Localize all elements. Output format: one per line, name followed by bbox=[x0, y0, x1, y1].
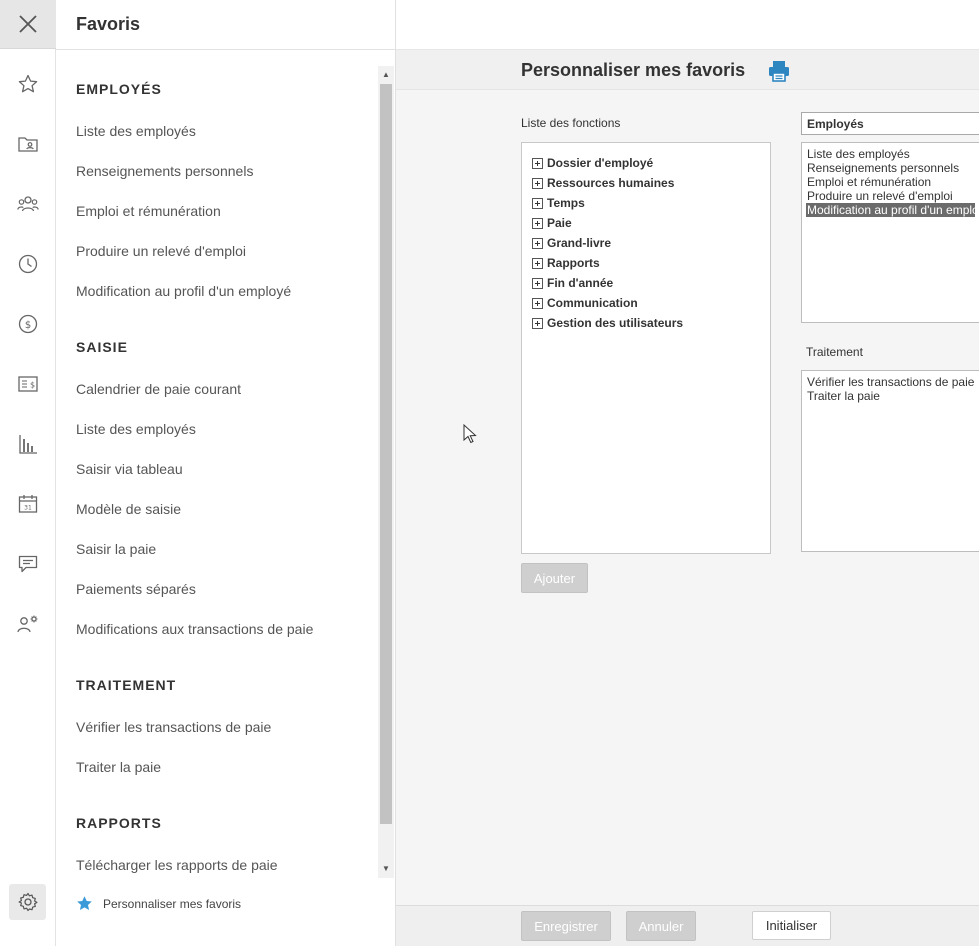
calendar-day: 31 bbox=[24, 505, 32, 512]
section-title-rapports: RAPPORTS bbox=[76, 815, 162, 831]
tree-node-label: Gestion des utilisateurs bbox=[547, 316, 684, 330]
functions-label: Liste des fonctions bbox=[521, 116, 621, 130]
reset-button[interactable]: Initialiser bbox=[752, 911, 831, 940]
favorites-panel: Favoris EMPLOYÉS Liste des employés Rens… bbox=[56, 0, 396, 946]
expand-icon[interactable] bbox=[532, 177, 543, 189]
fav-link[interactable]: Emploi et rémunération bbox=[76, 203, 221, 219]
tree-node-label: Fin d'année bbox=[547, 276, 614, 290]
tree-node[interactable]: Gestion des utilisateurs bbox=[532, 313, 770, 333]
list-item[interactable]: Liste des employés bbox=[807, 147, 975, 161]
expand-icon[interactable] bbox=[532, 157, 543, 169]
favorites-list: EMPLOYÉS Liste des employés Renseignemen… bbox=[56, 50, 396, 880]
save-button[interactable]: Enregistrer bbox=[521, 911, 611, 941]
fav-link[interactable]: Vérifier les transactions de paie bbox=[76, 719, 271, 735]
treatment-list[interactable]: Vérifier les transactions de paie Traite… bbox=[801, 370, 979, 552]
fav-link[interactable]: Télécharger les rapports de paie bbox=[76, 857, 278, 873]
tree-node-label: Paie bbox=[547, 216, 572, 230]
svg-text:$: $ bbox=[25, 320, 31, 331]
fav-link[interactable]: Traiter la paie bbox=[76, 759, 161, 775]
tree-node[interactable]: Temps bbox=[532, 193, 770, 213]
fav-link[interactable]: Modification au profil d'un employé bbox=[76, 283, 291, 299]
fav-link[interactable]: Liste des employés bbox=[76, 123, 196, 139]
fav-link[interactable]: Calendrier de paie courant bbox=[76, 381, 241, 397]
star-filled-icon bbox=[77, 896, 92, 911]
expand-icon[interactable] bbox=[532, 257, 543, 269]
section-title-saisie: SAISIE bbox=[76, 339, 128, 355]
tree-node-label: Ressources humaines bbox=[547, 176, 675, 190]
fav-link[interactable]: Renseignements personnels bbox=[76, 163, 253, 179]
list-item[interactable]: Traiter la paie bbox=[807, 389, 975, 403]
group-icon[interactable] bbox=[14, 190, 42, 218]
section-title-traitement: TRAITEMENT bbox=[76, 677, 177, 693]
expand-icon[interactable] bbox=[532, 297, 543, 309]
calendar-icon[interactable]: 31 bbox=[14, 490, 42, 518]
cancel-button[interactable]: Annuler bbox=[626, 911, 696, 941]
expand-icon[interactable] bbox=[532, 317, 543, 329]
chat-icon[interactable] bbox=[14, 550, 42, 578]
list-item[interactable]: Vérifier les transactions de paie bbox=[807, 375, 975, 389]
fav-link[interactable]: Modèle de saisie bbox=[76, 501, 181, 517]
selected-favorites-list[interactable]: Liste des employés Renseignements person… bbox=[801, 142, 979, 323]
section-title-employes: EMPLOYÉS bbox=[76, 81, 162, 97]
gear-icon bbox=[18, 892, 37, 912]
folder-user-icon[interactable] bbox=[14, 130, 42, 158]
functions-tree[interactable]: Dossier d'employé Ressources humaines Te… bbox=[521, 142, 771, 554]
settings-button[interactable] bbox=[9, 884, 46, 920]
top-strip bbox=[396, 0, 979, 50]
main-content: Personnaliser mes favoris Liste des fonc… bbox=[396, 0, 979, 946]
tree-node-label: Temps bbox=[547, 196, 585, 210]
icon-rail: $ $ 31 bbox=[0, 0, 56, 946]
tree-node-label: Dossier d'employé bbox=[547, 156, 654, 170]
favorites-title: Favoris bbox=[56, 0, 395, 50]
list-item[interactable]: Renseignements personnels bbox=[807, 161, 975, 175]
payslip-icon[interactable]: $ bbox=[14, 370, 42, 398]
list-item-selected[interactable]: Modification au profil d'un employé bbox=[806, 203, 979, 217]
printer-icon bbox=[769, 61, 789, 82]
fav-link[interactable]: Saisir la paie bbox=[76, 541, 156, 557]
expand-icon[interactable] bbox=[532, 277, 543, 289]
close-button[interactable] bbox=[0, 0, 56, 49]
user-settings-icon[interactable] bbox=[14, 610, 42, 638]
bar-chart-icon[interactable] bbox=[14, 430, 42, 458]
customize-favorites-label: Personnaliser mes favoris bbox=[103, 896, 242, 911]
list-item[interactable]: Produire un relevé d'emploi bbox=[807, 189, 975, 203]
fav-link[interactable]: Produire un relevé d'emploi bbox=[76, 243, 246, 259]
tree-node[interactable]: Ressources humaines bbox=[532, 173, 770, 193]
add-button[interactable]: Ajouter bbox=[521, 563, 588, 593]
close-icon bbox=[19, 15, 37, 33]
tree-node[interactable]: Fin d'année bbox=[532, 273, 770, 293]
print-button[interactable] bbox=[767, 59, 791, 83]
tree-node-label: Communication bbox=[547, 296, 638, 310]
tree-node[interactable]: Dossier d'employé bbox=[532, 153, 770, 173]
tree-node-label: Rapports bbox=[547, 256, 600, 270]
scrollbar-thumb[interactable] bbox=[380, 84, 392, 824]
page-title: Personnaliser mes favoris bbox=[521, 60, 746, 80]
treatment-label: Traitement bbox=[806, 345, 863, 359]
star-icon[interactable] bbox=[14, 70, 42, 98]
tree-node[interactable]: Paie bbox=[532, 213, 770, 233]
mouse-cursor-icon bbox=[463, 424, 477, 444]
fav-link[interactable]: Modifications aux transactions de paie bbox=[76, 621, 313, 637]
fav-link[interactable]: Saisir via tableau bbox=[76, 461, 183, 477]
tree-node[interactable]: Rapports bbox=[532, 253, 770, 273]
customize-favorites-link[interactable]: Personnaliser mes favoris bbox=[76, 895, 241, 912]
dollar-icon[interactable]: $ bbox=[14, 310, 42, 338]
scroll-down-arrow[interactable]: ▼ bbox=[382, 864, 390, 873]
favorites-scrollbar[interactable]: ▲ ▼ bbox=[378, 66, 394, 878]
tree-node[interactable]: Communication bbox=[532, 293, 770, 313]
tree-node[interactable]: Grand-livre bbox=[532, 233, 770, 253]
list-item[interactable]: Emploi et rémunération bbox=[807, 175, 975, 189]
tree-node-label: Grand-livre bbox=[547, 236, 612, 250]
fav-link[interactable]: Paiements séparés bbox=[76, 581, 196, 597]
scroll-up-arrow[interactable]: ▲ bbox=[382, 70, 390, 79]
fav-link[interactable]: Liste des employés bbox=[76, 421, 196, 437]
category-select[interactable]: Employés bbox=[801, 112, 979, 135]
expand-icon[interactable] bbox=[532, 237, 543, 249]
clock-icon[interactable] bbox=[14, 250, 42, 278]
svg-text:$: $ bbox=[30, 381, 35, 390]
expand-icon[interactable] bbox=[532, 197, 543, 209]
expand-icon[interactable] bbox=[532, 217, 543, 229]
